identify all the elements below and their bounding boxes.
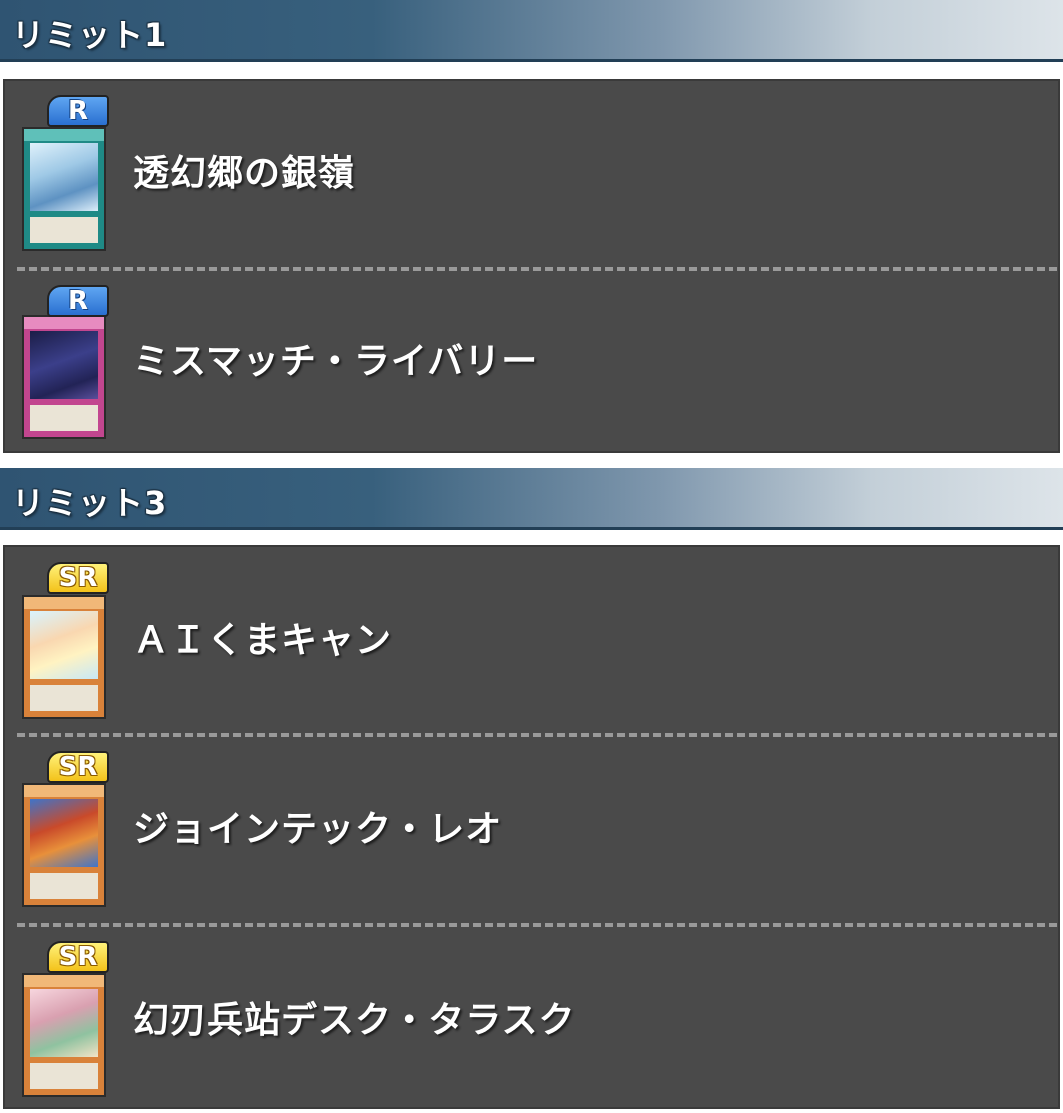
section-title: リミット1 — [12, 16, 168, 54]
section-title: リミット3 — [12, 484, 168, 522]
card-row[interactable]: SR ＡＩくまキャン — [5, 547, 1058, 733]
section-header-limit-3: リミット3 — [0, 468, 1063, 530]
card-name: 透幻郷の銀嶺 — [133, 153, 356, 194]
card-name: 幻刃兵站デスク・タラスク — [133, 1000, 576, 1041]
card-row[interactable]: SR 幻刃兵站デスク・タラスク — [5, 927, 1058, 1107]
rarity-badge: SR — [47, 562, 109, 594]
card-name: ミスマッチ・ライバリー — [133, 341, 539, 382]
rarity-badge: SR — [47, 751, 109, 783]
rarity-badge: R — [47, 285, 109, 317]
card-name: ジョインテック・レオ — [133, 809, 503, 850]
card-image — [22, 315, 106, 439]
card-list-limit-3: SR ＡＩくまキャン SR ジョインテック・レオ SR 幻刃兵站デスク・タラスク — [3, 545, 1060, 1109]
card-image — [22, 783, 106, 907]
card-row[interactable]: R 透幻郷の銀嶺 — [5, 81, 1058, 267]
card-row[interactable]: SR ジョインテック・レオ — [5, 737, 1058, 923]
card-image — [22, 127, 106, 251]
card-name: ＡＩくまキャン — [133, 620, 393, 661]
section-header-limit-1: リミット1 — [0, 0, 1063, 62]
card-image — [22, 595, 106, 719]
card-image — [22, 973, 106, 1097]
rarity-badge: R — [47, 95, 109, 127]
card-row[interactable]: R ミスマッチ・ライバリー — [5, 271, 1058, 451]
card-list-limit-1: R 透幻郷の銀嶺 R ミスマッチ・ライバリー — [3, 79, 1060, 453]
rarity-badge: SR — [47, 941, 109, 973]
